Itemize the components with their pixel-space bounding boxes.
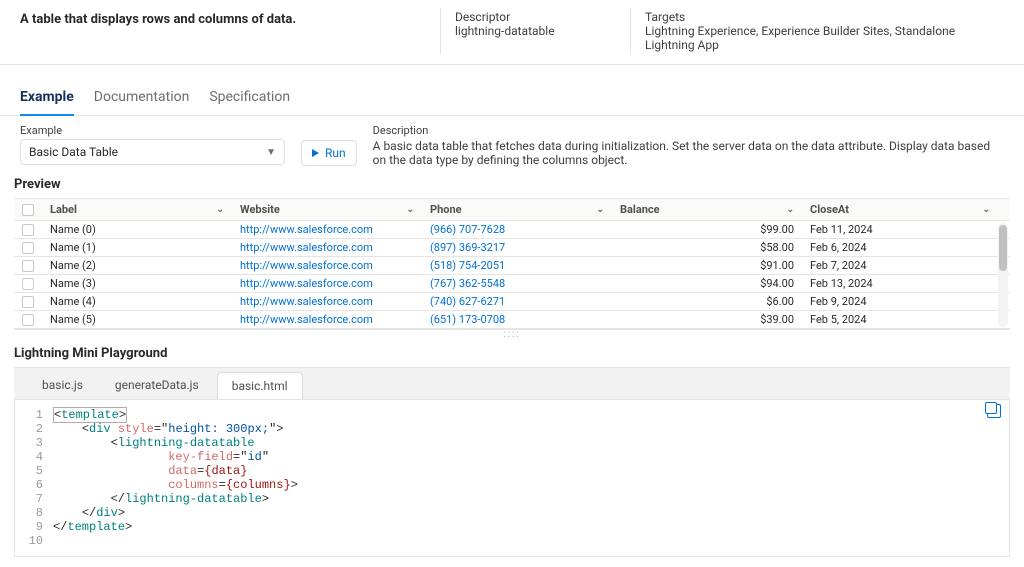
checkbox-icon	[22, 242, 34, 254]
table-row[interactable]: Name (5)http://www.salesforce.com(651) 1…	[14, 311, 1010, 329]
sort-icon: ⌄	[786, 205, 794, 215]
cell-closeat: Feb 5, 2024	[802, 313, 1010, 326]
component-meta: A table that displays rows and columns o…	[0, 0, 1024, 65]
row-checkbox-cell[interactable]	[14, 260, 42, 272]
header-phone[interactable]: Phone⌄	[422, 203, 612, 216]
scrollbar[interactable]	[998, 223, 1008, 327]
example-selected: Basic Data Table	[29, 145, 118, 159]
table-row[interactable]: Name (1)http://www.salesforce.com(897) 3…	[14, 239, 1010, 257]
row-checkbox-cell[interactable]	[14, 242, 42, 254]
example-select[interactable]: Basic Data Table ▼	[20, 139, 285, 165]
cell-label: Name (2)	[42, 259, 232, 272]
component-summary: A table that displays rows and columns o…	[20, 8, 440, 54]
preview-label: Preview	[0, 173, 1024, 198]
cell-closeat: Feb 11, 2024	[802, 223, 1010, 236]
code-tab-basic-html[interactable]: basic.html	[217, 372, 303, 400]
example-desc-label: Description	[373, 124, 1004, 137]
sort-icon: ⌄	[406, 205, 414, 215]
main-tabs: Example Documentation Specification	[0, 81, 1024, 116]
example-desc-text: A basic data table that fetches data dur…	[373, 139, 1004, 167]
cell-phone[interactable]: (518) 754-2051	[422, 259, 612, 272]
targets-block: Targets Lightning Experience, Experience…	[630, 8, 1004, 54]
cell-balance: $6.00	[612, 295, 802, 308]
scroll-thumb[interactable]	[999, 225, 1007, 271]
descriptor-block: Descriptor lightning-datatable	[440, 8, 630, 54]
code-tab-basic-js[interactable]: basic.js	[28, 372, 97, 399]
cell-label: Name (1)	[42, 241, 232, 254]
cell-label: Name (5)	[42, 313, 232, 326]
targets-value: Lightning Experience, Experience Builder…	[645, 24, 990, 52]
cell-website[interactable]: http://www.salesforce.com	[232, 295, 422, 308]
playground-label: Lightning Mini Playground	[0, 340, 1024, 367]
targets-label: Targets	[645, 10, 990, 24]
cell-phone[interactable]: (897) 369-3217	[422, 241, 612, 254]
code-tabs: basic.js generateData.js basic.html	[14, 367, 1010, 399]
cell-website[interactable]: http://www.salesforce.com	[232, 241, 422, 254]
cell-balance: $99.00	[612, 223, 802, 236]
header-checkbox-cell[interactable]	[14, 204, 42, 216]
example-select-col: Example Basic Data Table ▼	[20, 124, 285, 165]
header-label[interactable]: Label⌄	[42, 203, 232, 216]
cell-closeat: Feb 13, 2024	[802, 277, 1010, 290]
checkbox-icon	[22, 278, 34, 290]
checkbox-icon	[22, 224, 34, 236]
table-row[interactable]: Name (2)http://www.salesforce.com(518) 7…	[14, 257, 1010, 275]
example-select-label: Example	[20, 124, 285, 137]
code-editor[interactable]: 1<template> 2 <div style="height: 300px;…	[14, 399, 1010, 557]
table-row[interactable]: Name (0)http://www.salesforce.com(966) 7…	[14, 221, 1010, 239]
descriptor-label: Descriptor	[455, 10, 616, 24]
sort-icon: ⌄	[596, 205, 604, 215]
chevron-down-icon: ▼	[266, 147, 276, 158]
cell-label: Name (4)	[42, 295, 232, 308]
code-tab-generate-js[interactable]: generateData.js	[101, 372, 213, 399]
table-header: Label⌄ Website⌄ Phone⌄ Balance⌄ CloseAt⌄	[14, 199, 1010, 221]
table-row[interactable]: Name (4)http://www.salesforce.com(740) 6…	[14, 293, 1010, 311]
tab-documentation[interactable]: Documentation	[94, 81, 190, 115]
cell-website[interactable]: http://www.salesforce.com	[232, 223, 422, 236]
sort-icon: ⌄	[982, 205, 990, 215]
cell-balance: $58.00	[612, 241, 802, 254]
cell-phone[interactable]: (966) 707-7628	[422, 223, 612, 236]
resize-handle[interactable]: ::::	[0, 329, 1024, 340]
cell-website[interactable]: http://www.salesforce.com	[232, 313, 422, 326]
cell-balance: $39.00	[612, 313, 802, 326]
row-checkbox-cell[interactable]	[14, 224, 42, 236]
cell-phone[interactable]: (767) 362-5548	[422, 277, 612, 290]
cell-balance: $94.00	[612, 277, 802, 290]
cell-closeat: Feb 7, 2024	[802, 259, 1010, 272]
header-closeat[interactable]: CloseAt⌄	[802, 203, 1010, 216]
cell-label: Name (0)	[42, 223, 232, 236]
play-icon	[312, 149, 319, 157]
cell-website[interactable]: http://www.salesforce.com	[232, 259, 422, 272]
cell-closeat: Feb 6, 2024	[802, 241, 1010, 254]
datatable: Label⌄ Website⌄ Phone⌄ Balance⌄ CloseAt⌄…	[14, 198, 1010, 330]
tab-example[interactable]: Example	[20, 81, 74, 116]
cell-closeat: Feb 9, 2024	[802, 295, 1010, 308]
cell-label: Name (3)	[42, 277, 232, 290]
example-desc-block: Description A basic data table that fetc…	[373, 124, 1004, 167]
header-website[interactable]: Website⌄	[232, 203, 422, 216]
cell-website[interactable]: http://www.salesforce.com	[232, 277, 422, 290]
sort-icon: ⌄	[216, 205, 224, 215]
checkbox-icon	[22, 296, 34, 308]
copy-icon[interactable]	[987, 404, 1001, 418]
header-balance[interactable]: Balance⌄	[612, 203, 802, 216]
checkbox-icon	[22, 204, 34, 216]
run-label: Run	[325, 146, 346, 160]
cell-phone[interactable]: (740) 627-6271	[422, 295, 612, 308]
row-checkbox-cell[interactable]	[14, 314, 42, 326]
cell-phone[interactable]: (651) 173-0708	[422, 313, 612, 326]
cell-balance: $91.00	[612, 259, 802, 272]
checkbox-icon	[22, 260, 34, 272]
example-controls: Example Basic Data Table ▼ Run Descripti…	[0, 116, 1024, 173]
tab-specification[interactable]: Specification	[209, 81, 290, 115]
checkbox-icon	[22, 314, 34, 326]
descriptor-value: lightning-datatable	[455, 24, 616, 38]
row-checkbox-cell[interactable]	[14, 278, 42, 290]
run-button[interactable]: Run	[301, 140, 357, 166]
table-body: Name (0)http://www.salesforce.com(966) 7…	[14, 221, 1010, 329]
table-row[interactable]: Name (3)http://www.salesforce.com(767) 3…	[14, 275, 1010, 293]
row-checkbox-cell[interactable]	[14, 296, 42, 308]
